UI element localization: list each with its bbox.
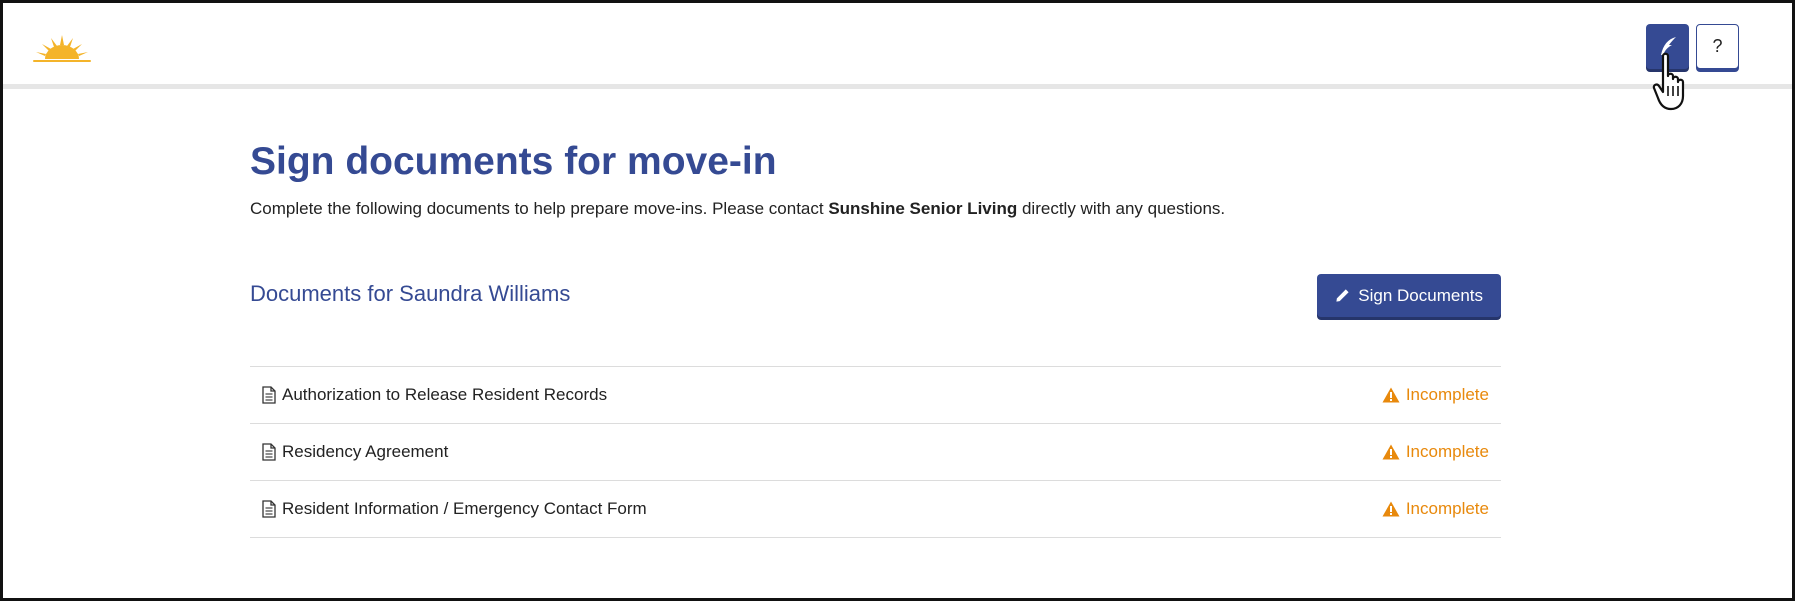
status-text: Incomplete bbox=[1405, 442, 1489, 461]
document-list: Authorization to Release Resident Record… bbox=[250, 366, 1501, 538]
intro-prefix: Complete the following documents to help… bbox=[250, 199, 829, 218]
help-button[interactable]: ? bbox=[1696, 24, 1739, 69]
warning-icon bbox=[1382, 444, 1400, 460]
warning-icon bbox=[1382, 501, 1400, 517]
warning-icon bbox=[1382, 387, 1400, 403]
document-icon bbox=[262, 386, 276, 404]
status-badge: Incomplete bbox=[1382, 385, 1489, 405]
status-text: Incomplete bbox=[1405, 385, 1489, 404]
intro-suffix: directly with any questions. bbox=[1017, 199, 1226, 218]
pencil-icon bbox=[1336, 289, 1349, 302]
document-icon bbox=[262, 500, 276, 518]
document-name: Residency Agreement bbox=[282, 442, 449, 461]
document-name: Authorization to Release Resident Record… bbox=[282, 385, 608, 404]
quill-icon bbox=[1660, 36, 1676, 55]
sun-logo-icon bbox=[33, 35, 91, 62]
document-row[interactable]: Resident Information / Emergency Contact… bbox=[250, 481, 1501, 538]
intro-text: Complete the following documents to help… bbox=[250, 199, 1501, 219]
document-row[interactable]: Authorization to Release Resident Record… bbox=[250, 367, 1501, 424]
documents-heading: Documents for Saundra Williams bbox=[250, 281, 571, 306]
status-text: Incomplete bbox=[1405, 499, 1489, 518]
help-label: ? bbox=[1712, 36, 1723, 56]
sign-documents-label: Sign Documents bbox=[1358, 285, 1483, 305]
organization-name: Sunshine Senior Living bbox=[828, 199, 1018, 218]
documents-header: Documents for Saundra Williams Sign Docu… bbox=[250, 274, 1501, 317]
sign-quill-button[interactable] bbox=[1646, 24, 1689, 69]
status-badge: Incomplete bbox=[1382, 499, 1489, 519]
main-content: Sign documents for move-in Complete the … bbox=[250, 140, 1501, 538]
document-name: Resident Information / Emergency Contact… bbox=[282, 499, 647, 518]
sign-documents-button[interactable]: Sign Documents bbox=[1317, 274, 1501, 317]
document-row[interactable]: Residency Agreement Incomplete bbox=[250, 424, 1501, 481]
top-bar: ? bbox=[3, 3, 1792, 89]
status-badge: Incomplete bbox=[1382, 442, 1489, 462]
document-icon bbox=[262, 443, 276, 461]
page-title: Sign documents for move-in bbox=[250, 140, 777, 183]
